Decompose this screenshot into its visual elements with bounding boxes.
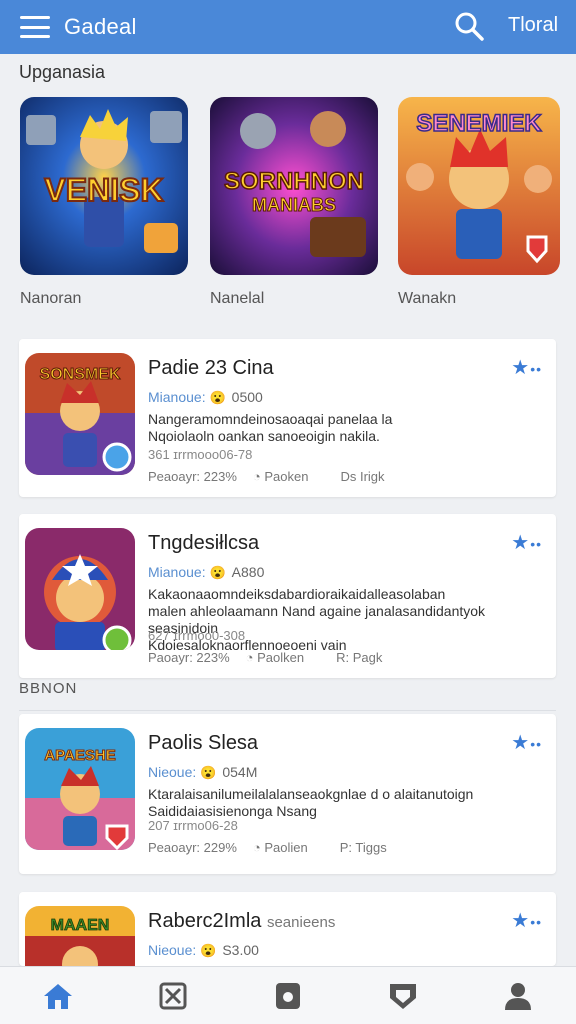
featured-art-3: SENEMIEK [398,97,560,275]
games-icon[interactable] [150,976,196,1016]
featured-art-1: VENISK [20,97,188,275]
app-sub: 627 ɪrrmoo0-308 [148,628,246,643]
search-icon[interactable] [452,9,486,43]
app-thumbnail: APAESHE [25,728,135,850]
app-title: Tngdesiłlcsa [148,532,260,554]
app-meta: Nieoue: 😮 054M [148,764,258,780]
featured-tile-3[interactable]: SENEMIEK [398,97,560,275]
app-meta: Mianoue: 😮 0500 [148,389,263,405]
featured-tile-1[interactable]: VENISK [20,97,188,275]
hamburger-icon[interactable] [20,16,50,38]
svg-text:APAESHE: APAESHE [44,747,115,764]
profile-icon[interactable] [495,976,541,1016]
featured-caption-2: Nanelal [210,290,265,307]
home-icon[interactable] [35,976,81,1016]
apps-icon[interactable] [265,976,311,1016]
featured-art-text-1: VENISK [44,172,163,208]
favorite-star-icon[interactable]: ★•• [511,530,542,555]
top-right-link[interactable]: Tloral [508,14,558,37]
section-title: Upganasia [19,62,106,82]
svg-text:SONSMEK: SONSMEK [40,366,121,383]
svg-text:MAAEN: MAAEN [51,917,110,934]
app-title: Raberc2Imla seanieens [148,910,336,932]
app-card[interactable]: APAESHE Paolis Slesa Nieoue: 😮 054M Ktara… [19,714,556,874]
top-app-bar: Gadeal Tloral [0,0,576,54]
app-title: Gadeal [64,14,137,39]
favorite-star-icon[interactable]: ★•• [511,908,542,933]
app-card[interactable]: MAAEN Raberc2Imla seanieens Nieoue: 😮 S3.… [19,892,556,966]
app-card[interactable]: Tngdesiłlcsa Mianoue: 😮 A880 Kakaonaaomnd… [19,514,556,678]
app-sub: 207 ɪrrmo06-28 [148,818,238,833]
section-label: BBNON [19,680,78,697]
favorite-star-icon[interactable]: ★•• [511,355,542,380]
app-title: Paolis Slesa [148,732,259,754]
app-stats: Paoayr: 223% ◔ Paolken R: Pagk [148,650,383,665]
app-thumbnail: MAAEN [25,906,135,966]
featured-caption-1: Nanoran [20,290,82,307]
divider [19,710,556,711]
app-card[interactable]: SONSMEK Padie 23 Cina Mianoue: 😮 0500 Nan… [19,339,556,497]
featured-art-2: SORNHNON MANIABS [210,97,378,275]
featured-art-text-2b: MANIABS [252,195,336,215]
app-description: Kakaonaaomndeiksdabardioraikaidalleasola… [148,586,486,653]
featured-tile-2[interactable]: SORNHNON MANIABS [210,97,378,275]
featured-caption-3: Wanakn [398,290,457,307]
shield-icon[interactable] [380,976,426,1016]
app-stats: Peaoayr: 229% ◔ Paolien P: Tiggs [148,840,387,855]
app-thumbnail: SONSMEK [25,353,135,475]
app-meta: Nieoue: 😮 S3.00 [148,942,259,958]
app-title: Padie 23 Cina [148,357,274,379]
bottom-navigation [0,966,576,1024]
app-meta: Mianoue: 😮 A880 [148,564,265,580]
favorite-star-icon[interactable]: ★•• [511,730,542,755]
app-stats: Peaoayr: 223% ◔ Paoken Ds Irigk [148,469,385,484]
featured-art-text-3: SENEMIEK [416,110,542,137]
featured-art-text-2a: SORNHNON [224,168,364,195]
app-description: Nangeramomndeinosaoaqai panelaa la Nqoiol… [148,411,393,444]
app-sub: 361 ɪrrmooo06-78 [148,447,253,462]
app-description: Ktaralaisanilumeilalalanseaokgnlae d o a… [148,786,474,819]
app-thumbnail [25,528,135,650]
